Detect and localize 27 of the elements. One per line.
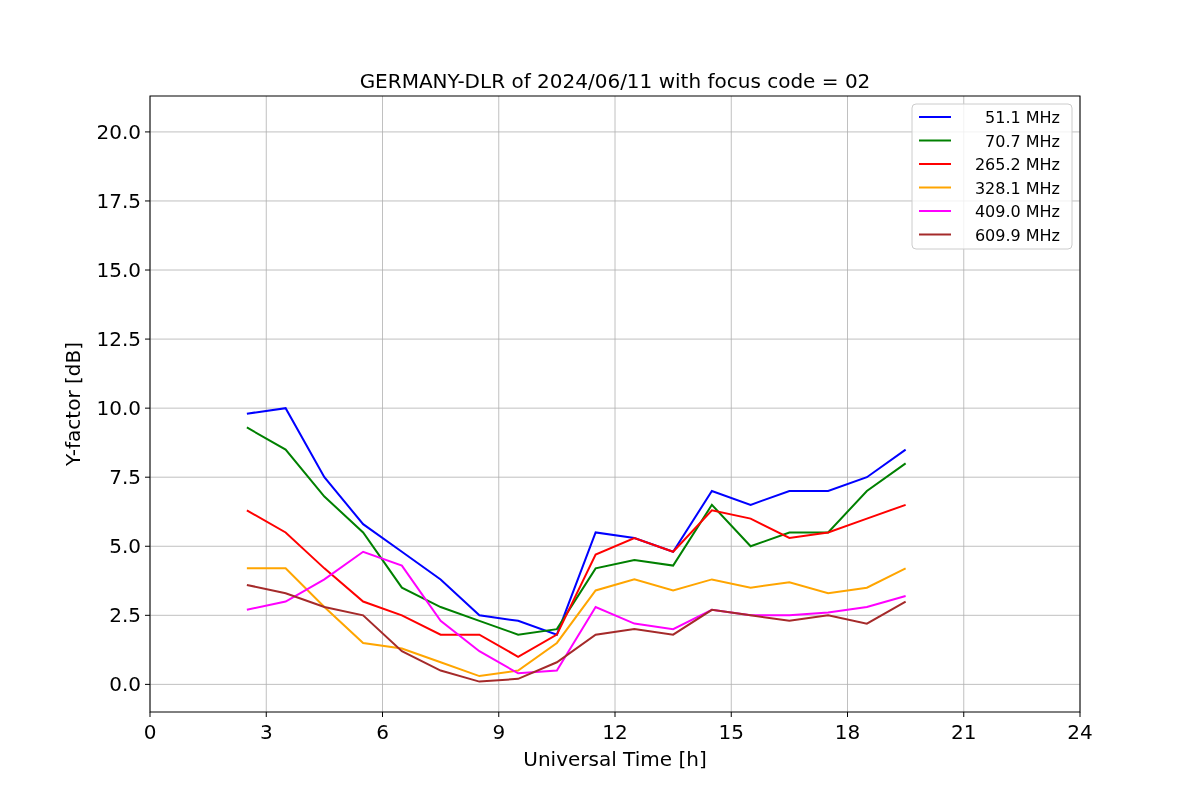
legend-label: 328.1 MHz bbox=[974, 178, 1060, 198]
x-tick-label: 6 bbox=[376, 720, 389, 744]
y-tick-label: 2.5 bbox=[109, 603, 141, 628]
x-axis-label: Universal Time [h] bbox=[523, 747, 707, 771]
x-tick-label: 0 bbox=[143, 720, 157, 744]
legend-label: 51.1 MHz bbox=[985, 108, 1060, 127]
y-tick-label: 15.0 bbox=[96, 258, 141, 283]
legend-label: 609.9 MHz bbox=[974, 225, 1060, 245]
x-tick-label: 9 bbox=[492, 720, 506, 744]
x-tick-label: 3 bbox=[259, 720, 273, 744]
y-tick-label: 0.0 bbox=[109, 672, 141, 697]
x-tick-label: 24 bbox=[1067, 720, 1093, 744]
x-tick-label: 15 bbox=[718, 720, 744, 744]
x-tick-label: 21 bbox=[951, 720, 977, 744]
chart-title: GERMANY-DLR of 2024/06/11 with focus code = 02 bbox=[359, 69, 871, 93]
y-axis-label: Y-factor [dB] bbox=[61, 342, 85, 466]
y-tick-label: 7.5 bbox=[109, 465, 141, 490]
x-tick-label: 12 bbox=[602, 720, 628, 744]
y-tick-label: 10.0 bbox=[96, 396, 141, 421]
legend-label: 70.7 MHz bbox=[985, 131, 1060, 151]
legend-label: 409.0 MHz bbox=[974, 202, 1060, 221]
y-tick-label: 20.0 bbox=[96, 119, 141, 144]
x-tick-label: 18 bbox=[834, 720, 861, 744]
y-tick-label: 5.0 bbox=[109, 534, 141, 559]
y-tick-label: 12.5 bbox=[96, 327, 141, 352]
legend-label: 265.2 MHz bbox=[974, 155, 1060, 174]
y-tick-label: 17.5 bbox=[96, 188, 141, 213]
